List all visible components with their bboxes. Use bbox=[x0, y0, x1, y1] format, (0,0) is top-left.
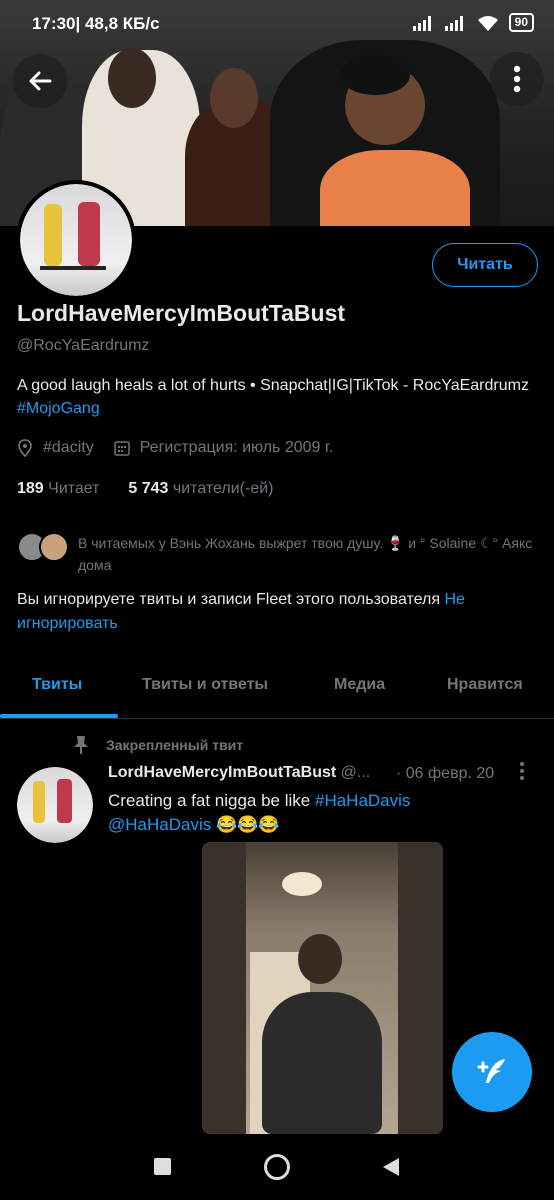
profile-bio: A good laugh heals a lot of hurts • Snap… bbox=[17, 377, 529, 417]
location-pin-icon bbox=[18, 439, 32, 457]
tweet-mention-link[interactable]: @HaHaDavis bbox=[108, 815, 211, 834]
tab-tweets[interactable]: Твиты bbox=[32, 676, 82, 694]
tweet-author-avatar[interactable] bbox=[17, 767, 93, 843]
wifi-icon bbox=[477, 15, 498, 31]
signal-icon bbox=[412, 15, 431, 31]
compose-feather-icon bbox=[477, 1059, 505, 1083]
known-followers-avatars[interactable] bbox=[17, 532, 69, 562]
tweet-media-video[interactable] bbox=[202, 842, 443, 1134]
profile-stats: 189 Читает 5 743 читатели(-ей) bbox=[17, 480, 273, 498]
status-icons: 90 bbox=[412, 13, 534, 32]
profile-tabs: Твиты Твиты и ответы Медиа Нравится bbox=[0, 660, 554, 719]
calendar-icon bbox=[113, 441, 130, 456]
profile-location: #dacity bbox=[43, 439, 94, 456]
tab-media[interactable]: Медиа bbox=[334, 676, 385, 694]
back-nav-button[interactable] bbox=[381, 1156, 401, 1178]
tweet-date: · 06 февр. 20 bbox=[396, 765, 495, 782]
following-link[interactable]: 189 Читает bbox=[17, 480, 100, 497]
system-nav-bar bbox=[0, 1134, 554, 1200]
pin-icon bbox=[74, 736, 88, 754]
home-button[interactable] bbox=[264, 1154, 290, 1180]
recents-button[interactable] bbox=[154, 1158, 171, 1175]
compose-tweet-button[interactable] bbox=[452, 1032, 532, 1112]
profile-joined-date: Регистрация: июль 2009 г. bbox=[139, 439, 334, 456]
tweet-hashtag-link[interactable]: #HaHaDavis bbox=[315, 791, 410, 810]
tweet-text: Creating a fat nigga be like #HaHaDavis … bbox=[108, 791, 411, 834]
more-options-button[interactable] bbox=[490, 52, 544, 106]
profile-handle: @RocYaEardrumz bbox=[17, 337, 150, 354]
status-time: 17:30| 48,8 КБ/с bbox=[32, 14, 160, 33]
battery-indicator: 90 bbox=[508, 13, 534, 32]
status-bar: 17:30| 48,8 КБ/с 90 bbox=[0, 0, 554, 44]
more-vertical-icon bbox=[520, 762, 524, 780]
active-tab-indicator bbox=[0, 714, 118, 718]
tweet-more-button[interactable] bbox=[518, 760, 532, 787]
bio-hashtag-link[interactable]: #MojoGang bbox=[17, 400, 100, 417]
tab-tweets-and-replies[interactable]: Твиты и ответы bbox=[142, 676, 268, 694]
tweet-author-name[interactable]: LordHaveMercyImBoutTaBust @... bbox=[108, 764, 370, 782]
ignored-notice: Вы игнорируете твиты и записи Fleet этог… bbox=[17, 591, 465, 632]
more-vertical-icon bbox=[513, 65, 521, 93]
signal-icon-2 bbox=[444, 15, 463, 31]
profile-meta: #dacity Регистрация: июль 2009 г. bbox=[17, 439, 333, 457]
arrow-left-icon bbox=[29, 71, 52, 91]
back-button[interactable] bbox=[13, 54, 67, 108]
profile-avatar[interactable] bbox=[16, 180, 136, 300]
known-followers-text[interactable]: В читаемых у Вэнь Жохань выжрет твою душ… bbox=[78, 532, 538, 576]
pinned-label: Закрепленный твит bbox=[72, 735, 243, 755]
profile-display-name: LordHaveMercyImBoutTaBust bbox=[17, 300, 346, 326]
known-follower-avatar bbox=[39, 532, 69, 562]
followers-link[interactable]: 5 743 читатели(-ей) bbox=[128, 480, 273, 497]
tab-likes[interactable]: Нравится bbox=[447, 676, 523, 694]
follow-button[interactable]: Читать bbox=[432, 243, 538, 287]
